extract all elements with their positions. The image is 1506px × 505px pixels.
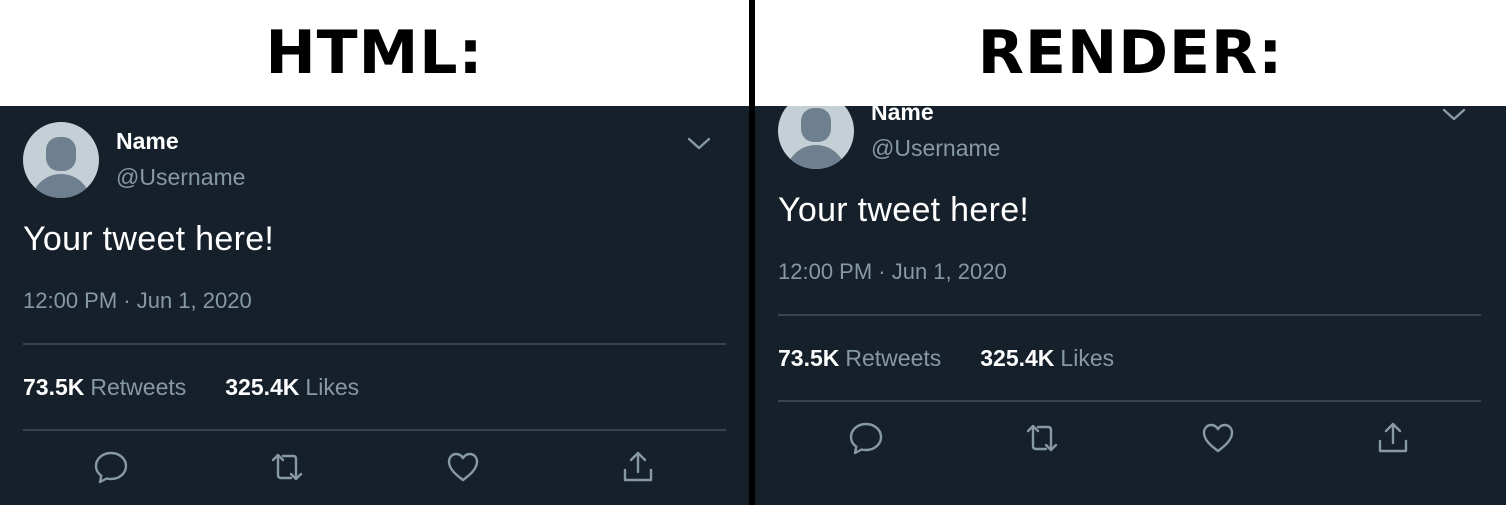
avatar-head-shape bbox=[46, 137, 76, 171]
tweet-timestamp[interactable]: 12:00 PM · Jun 1, 2020 bbox=[23, 288, 726, 314]
reply-icon[interactable] bbox=[93, 449, 129, 485]
tweet-actions bbox=[23, 431, 726, 505]
render-header: RENDER: bbox=[755, 0, 1506, 106]
avatar-head-shape bbox=[801, 108, 831, 142]
reply-icon[interactable] bbox=[848, 420, 884, 456]
retweets-label: Retweets bbox=[845, 344, 942, 371]
avatar[interactable] bbox=[778, 106, 854, 169]
tweet-timestamp[interactable]: 12:00 PM · Jun 1, 2020 bbox=[778, 259, 1481, 285]
username[interactable]: @Username bbox=[871, 135, 1000, 162]
tweet-card: Name @Username Your tweet here! 12:00 PM… bbox=[23, 122, 726, 505]
likes-stat[interactable]: 325.4K Likes bbox=[980, 345, 1114, 372]
heart-icon[interactable] bbox=[1200, 420, 1236, 456]
display-name[interactable]: Name bbox=[871, 106, 934, 126]
retweet-icon[interactable] bbox=[1024, 420, 1060, 456]
likes-label: Likes bbox=[305, 373, 360, 400]
retweets-label: Retweets bbox=[90, 373, 187, 400]
render-pane: Name @Username Your tweet here! 12:00 PM… bbox=[755, 106, 1506, 505]
share-icon[interactable] bbox=[620, 449, 656, 485]
html-pane: Name @Username Your tweet here! 12:00 PM… bbox=[0, 106, 749, 505]
likes-stat[interactable]: 325.4K Likes bbox=[225, 374, 359, 401]
chevron-down-icon[interactable] bbox=[1441, 106, 1467, 125]
share-icon[interactable] bbox=[1375, 420, 1411, 456]
tweet-stats: 73.5K Retweets 325.4K Likes bbox=[778, 316, 1481, 400]
retweets-stat[interactable]: 73.5K Retweets bbox=[23, 374, 186, 401]
html-header: HTML: bbox=[0, 0, 749, 106]
retweets-count: 73.5K bbox=[23, 373, 85, 400]
tweet-header: Name @Username bbox=[23, 122, 726, 198]
likes-label: Likes bbox=[1060, 344, 1115, 371]
display-name[interactable]: Name bbox=[116, 128, 179, 155]
tweet-card: Name @Username Your tweet here! 12:00 PM… bbox=[778, 106, 1481, 478]
avatar[interactable] bbox=[23, 122, 99, 198]
retweets-count: 73.5K bbox=[778, 344, 840, 371]
retweets-stat[interactable]: 73.5K Retweets bbox=[778, 345, 941, 372]
comparison-view: HTML: RENDER: Name @Username Your tweet … bbox=[0, 0, 1506, 505]
tweet-text: Your tweet here! bbox=[23, 220, 275, 258]
tweet-actions bbox=[778, 402, 1481, 478]
username[interactable]: @Username bbox=[116, 164, 245, 191]
avatar-body-shape bbox=[31, 174, 91, 198]
likes-count: 325.4K bbox=[225, 373, 300, 400]
likes-count: 325.4K bbox=[980, 344, 1055, 371]
tweet-text: Your tweet here! bbox=[778, 191, 1030, 229]
avatar-body-shape bbox=[786, 145, 846, 169]
chevron-down-icon[interactable] bbox=[686, 134, 712, 154]
retweet-icon[interactable] bbox=[269, 449, 305, 485]
heart-icon[interactable] bbox=[445, 449, 481, 485]
tweet-stats: 73.5K Retweets 325.4K Likes bbox=[23, 345, 726, 429]
tweet-header: Name @Username bbox=[778, 106, 1481, 169]
